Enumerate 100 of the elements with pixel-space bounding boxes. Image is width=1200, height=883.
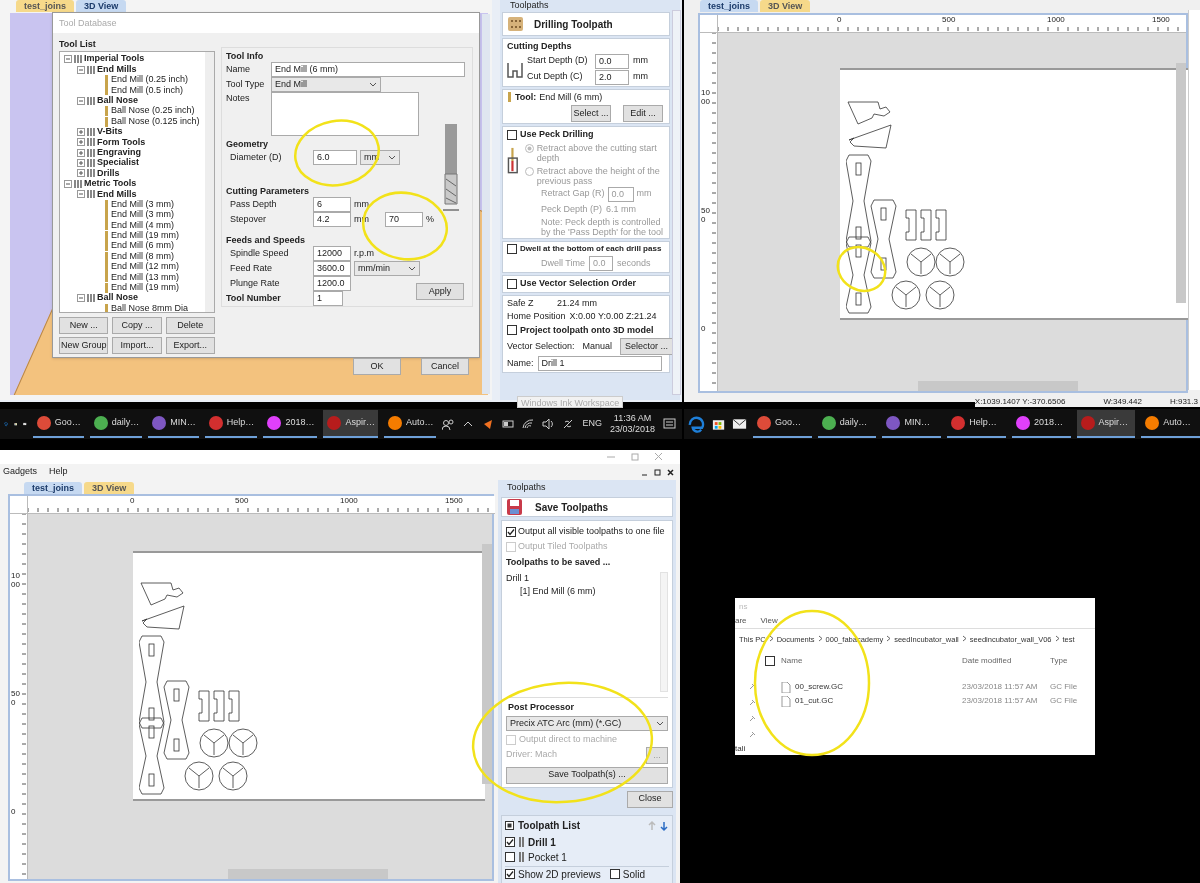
taskbar-button[interactable]: MIN… (882, 410, 942, 438)
taskbar-button[interactable]: Help… (204, 410, 258, 438)
file-row[interactable]: 01_cut.GC 23/03/2018 11:57 AM GC File (781, 695, 1095, 707)
radio-button[interactable] (524, 166, 534, 176)
list-item[interactable]: Pocket 1 (528, 849, 567, 865)
dropdown[interactable]: mm/min (354, 261, 420, 276)
button[interactable]: Edit ... (623, 105, 663, 122)
button[interactable]: Copy ... (112, 317, 162, 334)
scrollbar[interactable] (205, 52, 214, 312)
clock-date[interactable]: 23/03/2018 (609, 424, 655, 435)
taskbar-button[interactable]: Aspir… (323, 410, 378, 438)
menu-item[interactable]: Help (49, 465, 68, 479)
browser-icon[interactable] (688, 415, 705, 433)
list-item[interactable]: [1] End Mill (6 mm) (520, 585, 596, 599)
expand-icon[interactable] (77, 148, 85, 157)
tab[interactable]: test_joins (24, 482, 82, 494)
taskbar-button[interactable]: 2018… (1011, 410, 1071, 438)
button[interactable]: New ... (59, 317, 109, 334)
button[interactable]: Import... (112, 337, 162, 354)
button[interactable]: Delete (165, 317, 215, 334)
expand-icon[interactable] (77, 138, 85, 147)
taskbar-button[interactable]: MIN… (148, 410, 199, 438)
text-field[interactable]: 6.0 (313, 150, 357, 165)
taskbar-button[interactable]: Auto… (1141, 410, 1200, 438)
expand-icon[interactable] (77, 169, 85, 178)
scrollbar[interactable] (1176, 63, 1186, 303)
checkbox[interactable] (507, 278, 517, 289)
dropdown[interactable]: Precix ATC Arc (mm) (*.GC) (506, 716, 668, 731)
pin-icon[interactable] (749, 715, 756, 722)
collapse-icon[interactable] (64, 55, 72, 64)
button[interactable]: Apply (416, 283, 464, 300)
radio-button[interactable] (524, 143, 534, 153)
taskbar-button[interactable]: Help… (947, 410, 1006, 438)
expand-icon[interactable] (77, 127, 85, 136)
collapse-icon[interactable] (77, 294, 85, 303)
text-field[interactable]: End Mill (6 mm) (271, 62, 465, 77)
column-header[interactable]: Name (781, 655, 962, 667)
expand-icon[interactable] (77, 159, 85, 168)
scrollbar[interactable] (660, 571, 668, 692)
list-item[interactable]: Drill 1 (528, 834, 556, 850)
tree-item[interactable]: Metric Tools (84, 177, 137, 191)
notes-field[interactable] (271, 92, 419, 136)
text-field[interactable]: 12000 (313, 246, 351, 261)
button[interactable]: Select ... (571, 105, 611, 122)
checkbox[interactable] (609, 869, 620, 879)
pin-icon[interactable] (749, 699, 756, 706)
scrollbar[interactable] (482, 14, 490, 394)
tree-item[interactable]: End Mill (0.25 inch) (111, 73, 189, 87)
text-field[interactable]: 4.2 (313, 212, 351, 228)
pin-icon[interactable] (749, 683, 756, 690)
tab[interactable]: 3D View (76, 0, 127, 12)
checkbox[interactable] (505, 852, 515, 862)
taskbar-button[interactable]: 2018… (263, 410, 318, 438)
button[interactable]: Save Toolpath(s) ... (506, 766, 668, 784)
tree-item[interactable]: V-Bits (97, 125, 123, 139)
scrollbar[interactable] (672, 10, 681, 395)
notifications-icon[interactable] (663, 418, 676, 430)
tree-item[interactable]: Ball Nose (0.25 inch) (111, 104, 195, 118)
taskbar-button[interactable]: daily… (817, 410, 877, 438)
panel-toggle-icon[interactable] (505, 821, 514, 830)
pen-icon[interactable] (562, 418, 575, 430)
button[interactable]: Selector ... (620, 338, 674, 355)
text-field[interactable]: Drill 1 (537, 356, 662, 371)
ribbon-tab[interactable]: are (735, 615, 747, 627)
button[interactable]: OK (353, 358, 401, 375)
arrow-down-icon[interactable] (659, 819, 669, 832)
number-spinner[interactable]: 70 (385, 212, 423, 228)
volume-icon[interactable] (542, 418, 555, 430)
number-spinner[interactable]: 1 (313, 291, 343, 306)
text-field[interactable]: 1200.0 (313, 276, 351, 291)
checkbox[interactable] (506, 526, 516, 537)
tab[interactable]: 3D View (84, 482, 135, 494)
scrollbar[interactable] (918, 381, 1078, 391)
column-header[interactable]: Date modified (962, 655, 1050, 667)
button[interactable]: New Group (59, 337, 109, 354)
wifi-icon[interactable] (522, 418, 535, 430)
tree-item[interactable]: End Mill (6 mm) (111, 239, 174, 253)
tab[interactable]: test_joins (700, 0, 758, 12)
sidebar-item[interactable]: tali (735, 743, 746, 755)
flag-icon[interactable] (482, 418, 495, 430)
checkbox[interactable] (507, 325, 517, 336)
taskbar-button[interactable]: daily… (89, 410, 143, 438)
checkbox[interactable] (507, 244, 517, 254)
ribbon-tab[interactable]: View (760, 615, 778, 627)
checkbox[interactable] (505, 869, 515, 879)
button[interactable]: Export... (165, 337, 215, 354)
restore-icon[interactable] (654, 468, 661, 476)
close-icon[interactable] (667, 468, 674, 476)
collapse-icon[interactable] (77, 65, 85, 74)
dropdown[interactable]: End Mill (271, 77, 381, 92)
scrollbar[interactable] (228, 869, 388, 879)
tree-item[interactable]: End Mill (12 mm) (111, 260, 179, 274)
clock-time[interactable]: 11:36 AM (613, 413, 652, 424)
checkbox[interactable] (765, 656, 775, 666)
collapse-icon[interactable] (64, 179, 72, 188)
text-field[interactable]: 6 (313, 197, 351, 213)
collapse-icon[interactable] (77, 190, 85, 199)
taskbar-button[interactable]: Goo… (32, 410, 84, 438)
collapse-icon[interactable] (77, 96, 85, 105)
scrollbar[interactable] (482, 544, 492, 784)
